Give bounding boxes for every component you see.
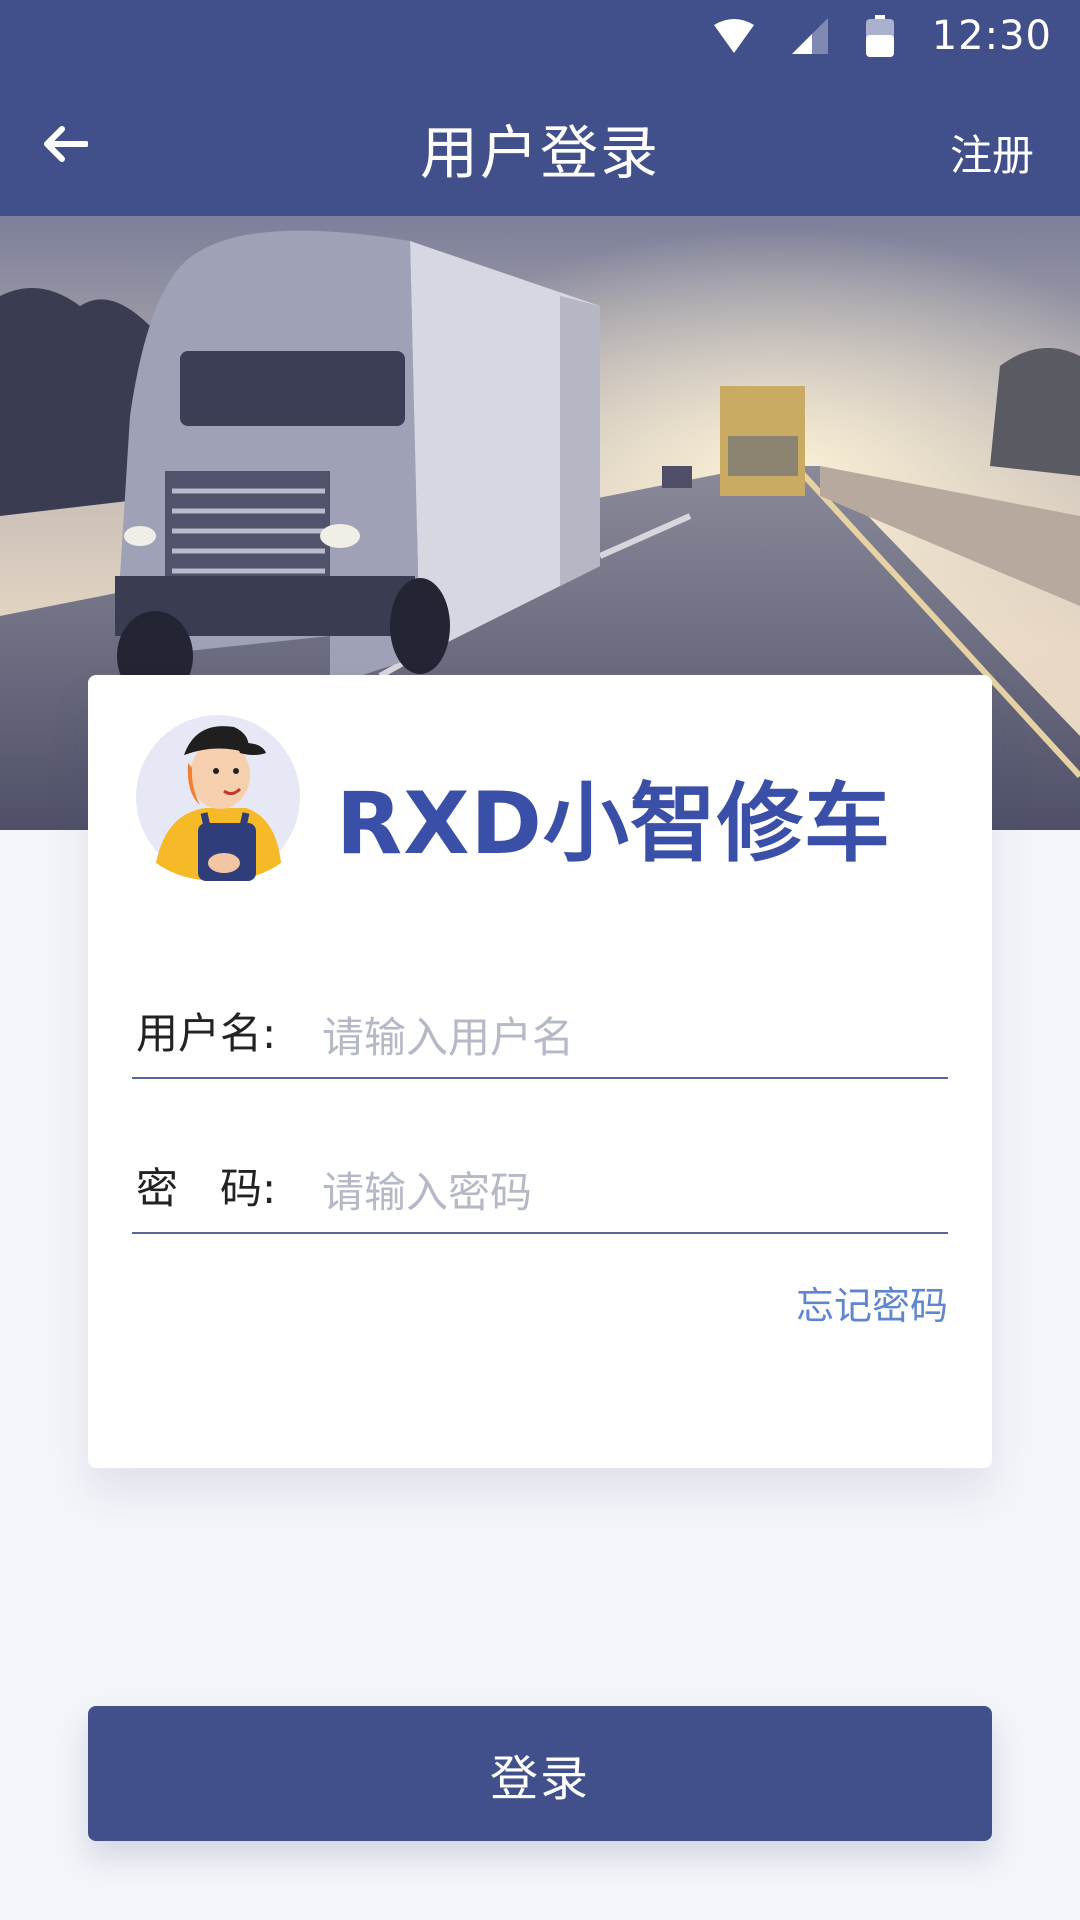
register-link[interactable]: 注册 xyxy=(950,122,1034,183)
forgot-password-link[interactable]: 忘记密码 xyxy=(796,1275,948,1330)
username-field: 用户名: xyxy=(132,995,948,1079)
login-button[interactable]: 登录 xyxy=(88,1706,992,1841)
battery-icon xyxy=(865,15,894,57)
page-title: 用户登录 xyxy=(419,119,660,187)
password-label: 密 码: xyxy=(136,1164,277,1213)
app-header: 12:30 用户登录 注册 xyxy=(0,0,1080,216)
status-icons: 12:30 xyxy=(713,13,1052,59)
username-input[interactable] xyxy=(322,1007,942,1067)
status-bar: 12:30 xyxy=(0,0,1080,72)
cell-signal-icon xyxy=(791,18,828,54)
mechanic-mascot-avatar xyxy=(136,713,300,881)
wifi-icon xyxy=(713,19,754,53)
password-input[interactable] xyxy=(322,1162,942,1222)
password-field: 密 码: xyxy=(132,1150,948,1234)
username-label: 用户名: xyxy=(136,1009,277,1058)
login-card: RXD小智修车 用户名: 密 码: 忘记密码 xyxy=(88,675,992,1468)
status-time: 12:30 xyxy=(931,13,1052,59)
nav-bar: 用户登录 注册 xyxy=(0,72,1080,216)
brand-name: RXD小智修车 xyxy=(336,774,891,874)
